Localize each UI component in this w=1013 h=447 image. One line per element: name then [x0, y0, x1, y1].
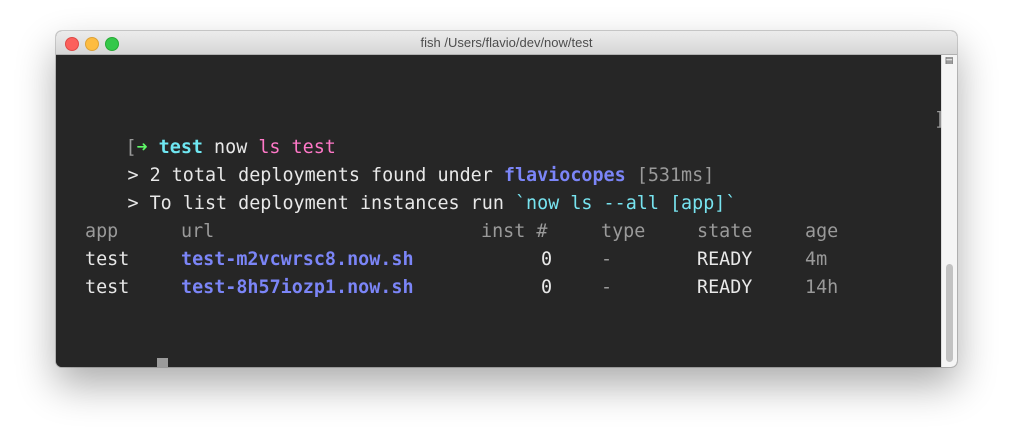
header-type: type	[601, 221, 646, 242]
vertical-scrollbar[interactable]: ▤	[941, 55, 957, 367]
row-age: 4m	[805, 249, 828, 270]
row-url-link[interactable]: test-8h57iozp1.now.sh	[181, 274, 414, 302]
row-inst: 0	[541, 277, 553, 298]
header-app: app	[85, 221, 119, 242]
row-state: READY	[697, 249, 753, 270]
current-prompt-line[interactable]: ➜ test	[61, 358, 194, 367]
window-title: fish /Users/flavio/dev/now/test	[420, 35, 593, 50]
scrollbar-thumb[interactable]	[946, 264, 953, 362]
terminal-window: fish /Users/flavio/dev/now/test [➜ test …	[56, 31, 957, 367]
row-app: test	[85, 277, 130, 298]
row-app: test	[85, 249, 130, 270]
header-url: url	[181, 221, 215, 242]
output-hint-command: `now ls --all [app]`	[514, 193, 737, 214]
row-state: READY	[697, 277, 753, 298]
title-bar[interactable]: fish /Users/flavio/dev/now/test	[56, 31, 957, 55]
row-type: -	[601, 277, 613, 298]
row-type: -	[601, 249, 613, 270]
row-age: 14h	[805, 277, 839, 298]
text-cursor	[157, 358, 168, 367]
row-inst: 0	[541, 249, 553, 270]
row-url-link[interactable]: test-m2vcwrsc8.now.sh	[181, 246, 414, 274]
terminal-content[interactable]: [➜ test now ls test ] > 2 total deployme…	[56, 55, 945, 367]
header-state: state	[697, 221, 753, 242]
header-age: age	[805, 221, 839, 242]
output-hint-text: > To list deployment instances run	[127, 193, 515, 214]
header-inst: inst #	[481, 221, 548, 242]
scroll-lines-icon[interactable]: ▤	[944, 56, 954, 66]
